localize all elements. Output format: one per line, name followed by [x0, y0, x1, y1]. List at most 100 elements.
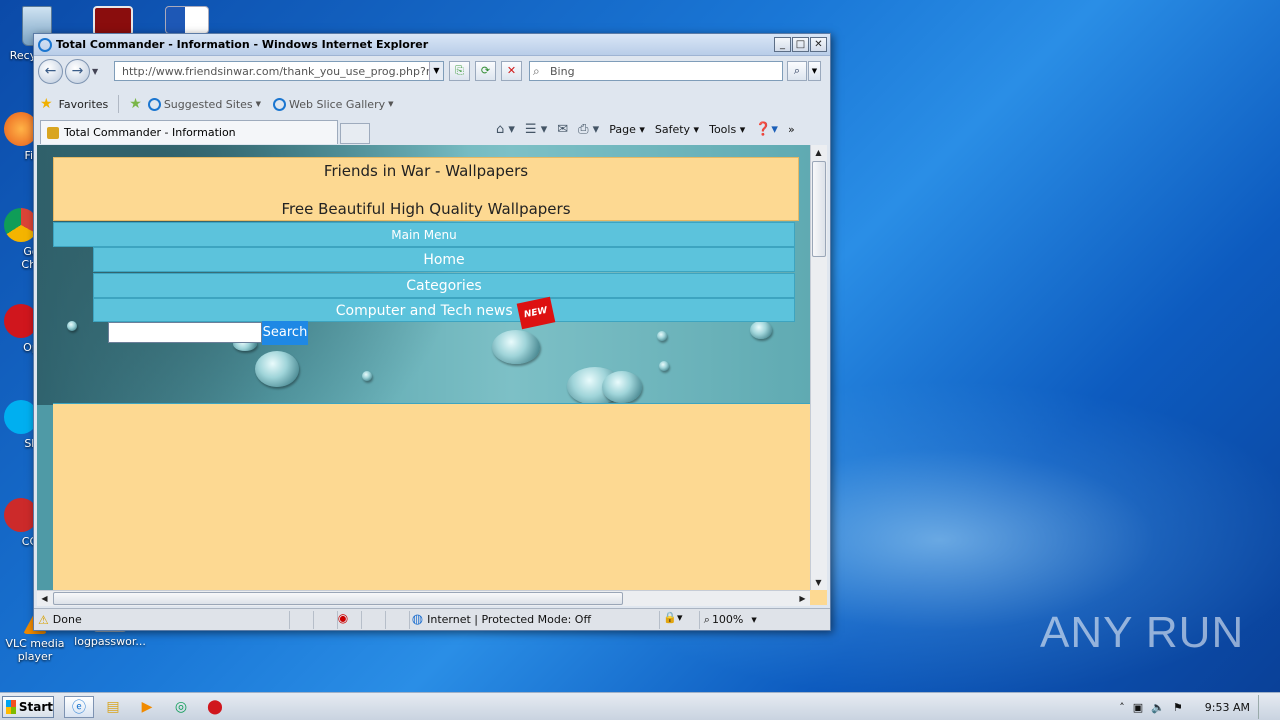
system-tray: ˄ ▣ 🔈 ⚑ 9:53 AM [1119, 693, 1280, 720]
new-tab-button[interactable] [340, 123, 370, 144]
home-icon[interactable]: ⌂ ▾ [496, 122, 515, 137]
water-drop [67, 321, 77, 331]
status-text: Done [52, 613, 82, 626]
water-drop [750, 321, 772, 339]
stop-button[interactable]: ✕ [501, 61, 522, 81]
site-header: Friends in War - Wallpapers Free Beautif… [53, 157, 799, 221]
volume-icon[interactable]: 🔈 [1151, 701, 1165, 714]
vertical-scrollbar[interactable]: ▲ ▼ [810, 145, 827, 590]
scroll-right-icon[interactable]: ▶ [795, 591, 810, 606]
ie-page-icon [147, 97, 161, 111]
favorites-bar: ★ Favorites ★ Suggested Sites ▼ Web Slic… [34, 92, 830, 116]
scroll-down-icon[interactable]: ▼ [811, 575, 826, 590]
maximize-button[interactable]: □ [792, 37, 809, 52]
scroll-up-icon[interactable]: ▲ [811, 145, 826, 160]
show-desktop-button[interactable] [1258, 695, 1272, 719]
mail-icon[interactable]: ✉ [557, 122, 568, 137]
globe-icon: ◍ [411, 612, 424, 627]
menu-item-home[interactable]: Home [93, 247, 795, 272]
chevron-down-icon: ▼ [255, 100, 262, 108]
chevron-down-icon: ▼ [388, 100, 394, 108]
main-menu-title: Main Menu [53, 222, 795, 247]
search-box[interactable]: ⌕ Bing [529, 61, 783, 81]
protected-mode-dropdown[interactable]: 🔒▾ [658, 610, 699, 629]
minimize-button[interactable]: _ [774, 37, 791, 52]
back-button[interactable]: ← [38, 58, 63, 84]
horizontal-scroll-thumb[interactable] [53, 592, 623, 605]
status-pane [360, 610, 385, 629]
site-favicon [47, 126, 59, 139]
page-viewport[interactable]: Friends in War - Wallpapers Free Beautif… [37, 145, 827, 605]
tab-total-commander[interactable]: Total Commander - Information [40, 120, 338, 144]
menu-item-categories[interactable]: Categories [93, 273, 795, 298]
chevron-down-icon: ▼ [751, 615, 757, 624]
privacy-icon[interactable]: ◉ [336, 610, 361, 629]
action-center-flag-icon[interactable]: ⚑ [1173, 701, 1183, 714]
more-chevron-icon[interactable]: » [788, 123, 795, 136]
address-bar[interactable]: http://www.friendsinwar.com/thank_you_us… [114, 61, 444, 81]
safety-menu[interactable]: Safety ▾ [655, 123, 699, 136]
vertical-scroll-thumb[interactable] [812, 161, 826, 257]
taskbar-ie-icon[interactable]: ⓔ [64, 696, 94, 718]
zoom-icon: ⌕ [703, 612, 710, 626]
water-drop [657, 331, 667, 341]
address-url[interactable]: http://www.friendsinwar.com/thank_you_us… [122, 65, 443, 78]
water-drop [602, 371, 642, 403]
web-slice-gallery-link[interactable]: Web Slice Gallery ▼ [273, 97, 394, 111]
status-pane [312, 610, 337, 629]
taskbar-opera-icon[interactable]: ⬤ [200, 696, 230, 718]
compatibility-view-button[interactable]: ⎘ [449, 61, 470, 81]
suggested-sites-link[interactable]: Suggested Sites ▼ [147, 97, 262, 111]
taskbar-chrome-icon[interactable]: ◎ [166, 696, 196, 718]
ie-window[interactable]: Total Commander - Information - Windows … [33, 33, 831, 631]
status-pane [384, 610, 409, 629]
site-title: Friends in War - Wallpapers [323, 162, 529, 180]
taskbar-explorer-icon[interactable]: ▤ [98, 696, 128, 718]
zoom-control[interactable]: ⌕ 100% ▼ [698, 610, 769, 629]
favorites-star-icon[interactable]: ★ [40, 96, 53, 112]
taskbar: Start ⓔ ▤ ▶ ◎ ⬤ ˄ ▣ 🔈 ⚑ 9:53 AM [0, 692, 1280, 720]
show-hidden-icons-icon[interactable]: ˄ [1119, 701, 1125, 714]
water-drop [492, 330, 540, 364]
status-pane [288, 610, 313, 629]
feeds-icon[interactable]: ☰ ▾ [525, 122, 547, 137]
page-menu[interactable]: Page ▾ [609, 123, 645, 136]
clock[interactable]: 9:53 AM [1205, 701, 1250, 714]
search-provider-icon: ⌕ [533, 64, 540, 78]
search-go-button[interactable]: ⌕ [787, 61, 807, 81]
network-icon[interactable]: ▣ [1133, 701, 1143, 714]
forward-button[interactable]: → [65, 58, 90, 84]
security-zone[interactable]: ◍ Internet | Protected Mode: Off [408, 610, 659, 629]
water-drop [255, 351, 299, 387]
help-icon[interactable]: ❓▾ [755, 122, 778, 137]
site-search-input[interactable] [108, 322, 262, 343]
address-dropdown-icon[interactable]: ▼ [429, 62, 443, 80]
command-bar: ⌂ ▾ ☰ ▾ ✉ ⎙ ▾ Page ▾ Safety ▾ Tools ▾ ❓▾… [496, 122, 795, 137]
print-icon[interactable]: ⎙ ▾ [578, 122, 599, 137]
search-placeholder: Bing [550, 64, 575, 78]
close-button[interactable]: ✕ [810, 37, 827, 52]
scroll-left-icon[interactable]: ◀ [37, 591, 52, 606]
water-drop [659, 361, 669, 371]
recent-pages-chevron-icon[interactable]: ▼ [92, 67, 98, 76]
anyrun-watermark: ANY RUN [1040, 608, 1245, 657]
acrobat-icon [93, 6, 133, 36]
tools-menu[interactable]: Tools ▾ [709, 123, 745, 136]
favorites-button[interactable]: Favorites [59, 98, 109, 111]
site-subtitle: Free Beautiful High Quality Wallpapers [281, 200, 571, 218]
start-button[interactable]: Start [2, 696, 54, 718]
water-drop [362, 371, 372, 381]
menu-item-tech-news[interactable]: Computer and Tech news NEW [93, 296, 795, 330]
search-options-dropdown[interactable]: ▼ [808, 61, 821, 81]
horizontal-scrollbar[interactable]: ◀ ▶ [37, 590, 810, 606]
title-bar[interactable]: Total Commander - Information - Windows … [34, 34, 830, 56]
status-bar: ⚠ Done ◉ ◍ Internet | Protected Mode: Of… [34, 608, 830, 630]
windows-logo-icon [6, 700, 16, 714]
warning-icon: ⚠ [38, 612, 49, 627]
content-area [53, 403, 827, 605]
refresh-button[interactable]: ⟳ [475, 61, 496, 81]
separator [118, 95, 120, 113]
add-to-favorites-icon[interactable]: ★ [129, 96, 142, 112]
site-search-button[interactable]: Search [262, 321, 308, 345]
taskbar-media-player-icon[interactable]: ▶ [132, 696, 162, 718]
